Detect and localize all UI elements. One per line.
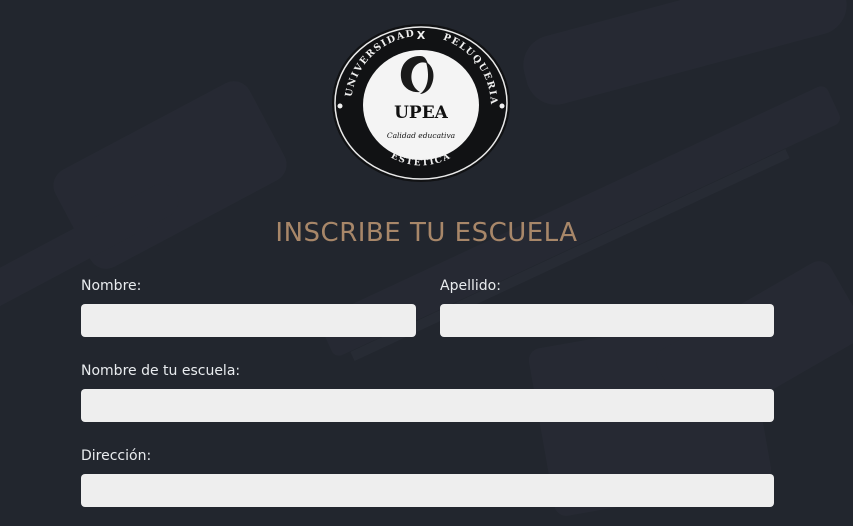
apellido-label: Apellido: [440, 278, 501, 294]
upea-logo: UNIVERSIDAD PELUQUERIA ESTETICA X UPEA C… [332, 24, 510, 182]
logo-dot-left [337, 103, 343, 109]
logo-brand: UPEA [394, 103, 449, 123]
logo-dot-right [499, 103, 505, 109]
nombre-label: Nombre: [81, 278, 142, 294]
logo-ring-symbol: X [417, 29, 426, 42]
logo-tagline: Calidad educativa [387, 131, 455, 140]
page-title: INSCRIBE TU ESCUELA [275, 218, 578, 248]
apellido-input[interactable] [440, 304, 774, 337]
escuela-input[interactable] [81, 389, 774, 422]
direccion-label: Dirección: [81, 448, 152, 464]
direccion-input[interactable] [81, 474, 774, 507]
nombre-input[interactable] [81, 304, 416, 337]
escuela-label: Nombre de tu escuela: [81, 363, 241, 379]
